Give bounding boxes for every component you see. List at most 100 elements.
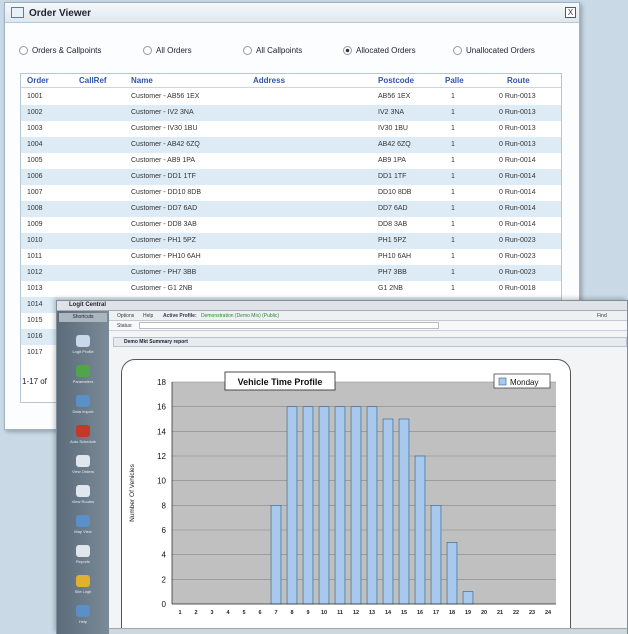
- shortcut-reports[interactable]: Reports: [61, 545, 105, 564]
- table-cell: 1003: [27, 125, 43, 132]
- shortcut-label: Parameters: [72, 379, 94, 384]
- table-row[interactable]: 1013 Customer - G1 2NB G1 2NB 1 0 Run-0018: [21, 281, 561, 297]
- filter-orders-callpoints[interactable]: Orders & Callpoints: [19, 46, 101, 58]
- table-row[interactable]: 1002 Customer - IV2 3NA IV2 3NA 1 0 Run-0013: [21, 105, 561, 121]
- bar-7: [270, 505, 282, 605]
- y-tick-label: 4: [162, 551, 167, 560]
- close-button[interactable]: X: [565, 7, 576, 18]
- report-titlebar[interactable]: Demo Mkt Summary report: [113, 337, 627, 347]
- radio-selected-icon: [343, 46, 352, 55]
- y-tick-label: 16: [157, 403, 166, 412]
- table-cell: AB56 1EX: [378, 93, 411, 100]
- bar-13: [366, 406, 378, 605]
- table-cell: Customer - AB9 1PA: [131, 157, 196, 164]
- x-tick-label: 23: [529, 610, 535, 616]
- table-cell: 1012: [27, 269, 43, 276]
- table-row[interactable]: 1010 Customer - PH1 5PZ PH1 5PZ 1 0 Run-0023: [21, 233, 561, 249]
- shortcut-icon: [76, 365, 90, 377]
- x-tick-label: 13: [369, 610, 375, 616]
- shortcut-auto-schedule[interactable]: Auto Schedule: [61, 425, 105, 444]
- filter-all-orders[interactable]: All Orders: [143, 46, 192, 58]
- table-cell: 1: [451, 237, 455, 244]
- order-viewer-titlebar[interactable]: Order Viewer X: [5, 3, 579, 23]
- filter-allocated-orders[interactable]: Allocated Orders: [343, 46, 416, 58]
- column-header-palle[interactable]: Palle: [445, 76, 464, 85]
- table-cell: 0 Run-0023: [499, 237, 536, 244]
- table-cell: Customer - PH7 3BB: [131, 269, 197, 276]
- table-cell: 0 Run-0014: [499, 157, 536, 164]
- column-header-callref[interactable]: CallRef: [79, 76, 107, 85]
- bar-17: [430, 505, 442, 605]
- table-cell: DD8 3AB: [378, 221, 408, 228]
- table-cell: Customer - DD7 6AD: [131, 205, 198, 212]
- table-cell: 1: [451, 205, 455, 212]
- table-row[interactable]: 1007 Customer - DD10 8DB DD10 8DB 1 0 Run-00…: [21, 185, 561, 201]
- logit-titlebar[interactable]: Logit Central: [57, 301, 627, 311]
- table-cell: PH7 3BB: [378, 269, 407, 276]
- column-header-order[interactable]: Order: [27, 76, 49, 85]
- table-cell: 1015: [27, 317, 43, 324]
- y-tick-label: 2: [162, 575, 167, 584]
- window-icon: [11, 7, 24, 18]
- column-header-route[interactable]: Route: [507, 76, 530, 85]
- table-cell: 1011: [27, 253, 43, 260]
- shortcut-help[interactable]: Help: [61, 605, 105, 624]
- shortcut-label: Map View: [74, 529, 92, 534]
- filter-all-callpoints[interactable]: All Callpoints: [243, 46, 302, 58]
- table-row[interactable]: 1003 Customer - IV30 1BU IV30 1BU 1 0 Run-00…: [21, 121, 561, 137]
- x-tick-label: 3: [210, 610, 213, 616]
- column-header-name[interactable]: Name: [131, 76, 153, 85]
- status-field: [139, 322, 439, 329]
- table-cell: DD7 6AD: [378, 205, 408, 212]
- vehicle-time-profile-chart: 0 2 4 6 8 10 12 14 16 18 1 2 3 4 5 6 7 8 9 10 11 12 13 14 15 16 17…: [121, 359, 571, 634]
- shortcut-data-import[interactable]: Data Import: [61, 395, 105, 414]
- bottom-tab-strip: [109, 628, 627, 634]
- filter-unallocated-orders[interactable]: Unallocated Orders: [453, 46, 535, 58]
- table-row[interactable]: 1006 Customer - DD1 1TF DD1 1TF 1 0 Run-0014: [21, 169, 561, 185]
- table-cell: 1: [451, 141, 455, 148]
- shortcut-icon: [76, 515, 90, 527]
- x-tick-label: 22: [513, 610, 519, 616]
- shortcut-site-logit[interactable]: Site Logit: [61, 575, 105, 594]
- table-cell: IV30 1BU: [378, 125, 408, 132]
- shortcut-map-view[interactable]: Map View: [61, 515, 105, 534]
- x-tick-label: 19: [465, 610, 471, 616]
- shortcut-label: Auto Schedule: [69, 439, 97, 444]
- table-cell: 0 Run-0014: [499, 221, 536, 228]
- shortcut-label: View Routes: [71, 499, 95, 504]
- column-header-postcode[interactable]: Postcode: [378, 76, 414, 85]
- shortcuts-sidebar: Shortcuts Logit Profile Parameters Data Im…: [57, 311, 109, 634]
- x-tick-label: 1: [178, 610, 181, 616]
- shortcut-view-routes[interactable]: View Routes: [61, 485, 105, 504]
- table-cell: 1007: [27, 189, 43, 196]
- order-viewer-title: Order Viewer: [29, 8, 92, 19]
- table-row[interactable]: 1004 Customer - AB42 6ZQ AB42 6ZQ 1 0 Run-00…: [21, 137, 561, 153]
- table-row[interactable]: 1011 Customer - PH10 6AH PH10 6AH 1 0 Run-00…: [21, 249, 561, 265]
- shortcut-view-orders[interactable]: View Orders: [61, 455, 105, 474]
- table-cell: 1016: [27, 333, 43, 340]
- table-cell: 0 Run-0014: [499, 173, 536, 180]
- find-button[interactable]: Find: [597, 313, 607, 319]
- table-cell: DD10 8DB: [378, 189, 412, 196]
- chart-title: Vehicle Time Profile: [238, 377, 323, 387]
- logit-central-window: Logit Central Shortcuts Logit Profile Par…: [56, 300, 628, 634]
- x-tick-label: 7: [274, 610, 277, 616]
- table-cell: 0 Run-0018: [499, 285, 536, 292]
- table-row[interactable]: 1012 Customer - PH7 3BB PH7 3BB 1 0 Run-0023: [21, 265, 561, 281]
- table-cell: PH10 6AH: [378, 253, 412, 260]
- table-row[interactable]: 1009 Customer - DD8 3AB DD8 3AB 1 0 Run-0014: [21, 217, 561, 233]
- table-row[interactable]: 1001 Customer - AB56 1EX AB56 1EX 1 0 Run-00…: [21, 89, 561, 105]
- menu-options[interactable]: Options: [117, 313, 134, 319]
- shortcut-label: Reports: [75, 559, 90, 564]
- shortcut-logit-profile[interactable]: Logit Profile: [61, 335, 105, 354]
- table-row[interactable]: 1008 Customer - DD7 6AD DD7 6AD 1 0 Run-0014: [21, 201, 561, 217]
- bar-14: [382, 418, 394, 605]
- menu-help[interactable]: Help: [143, 313, 153, 319]
- table-cell: 0 Run-0023: [499, 269, 536, 276]
- table-row[interactable]: 1005 Customer - AB9 1PA AB9 1PA 1 0 Run-0014: [21, 153, 561, 169]
- shortcut-label: Data Import: [72, 409, 94, 414]
- shortcut-parameters[interactable]: Parameters: [61, 365, 105, 384]
- column-header-address[interactable]: Address: [253, 76, 285, 85]
- table-cell: 1: [451, 189, 455, 196]
- x-tick-label: 8: [290, 610, 293, 616]
